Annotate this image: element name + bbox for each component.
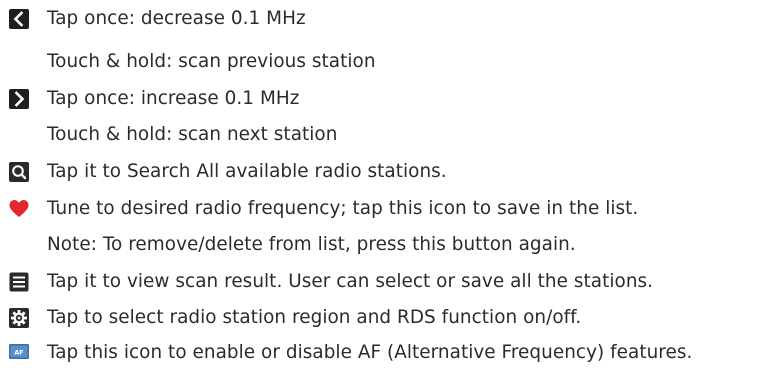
list-text: Tap it to view scan result. User can sel… [47,271,654,292]
af-icon: AF [9,344,29,359]
search-text: Tap it to Search All available radio sta… [47,161,447,182]
settings-text: Tap to select radio station region and R… [47,307,582,328]
next-hold-text: Touch & hold: scan next station [47,124,338,145]
chevron-left-icon [9,9,29,29]
af-text: Tap this icon to enable or disable AF (A… [47,342,693,363]
heart-icon [9,200,29,217]
prev-hold-text: Touch & hold: scan previous station [47,51,376,72]
next-tap-text: Tap once: increase 0.1 MHz [47,88,300,109]
chevron-right-icon [9,89,29,109]
search-icon [9,162,29,182]
list-icon [9,272,29,292]
favorite-note-text: Note: To remove/delete from list, press … [47,234,576,255]
gear-icon [9,308,29,328]
prev-tap-text: Tap once: decrease 0.1 MHz [47,8,306,29]
af-icon-label: AF [14,349,23,357]
favorite-text: Tune to desired radio frequency; tap thi… [47,198,639,219]
